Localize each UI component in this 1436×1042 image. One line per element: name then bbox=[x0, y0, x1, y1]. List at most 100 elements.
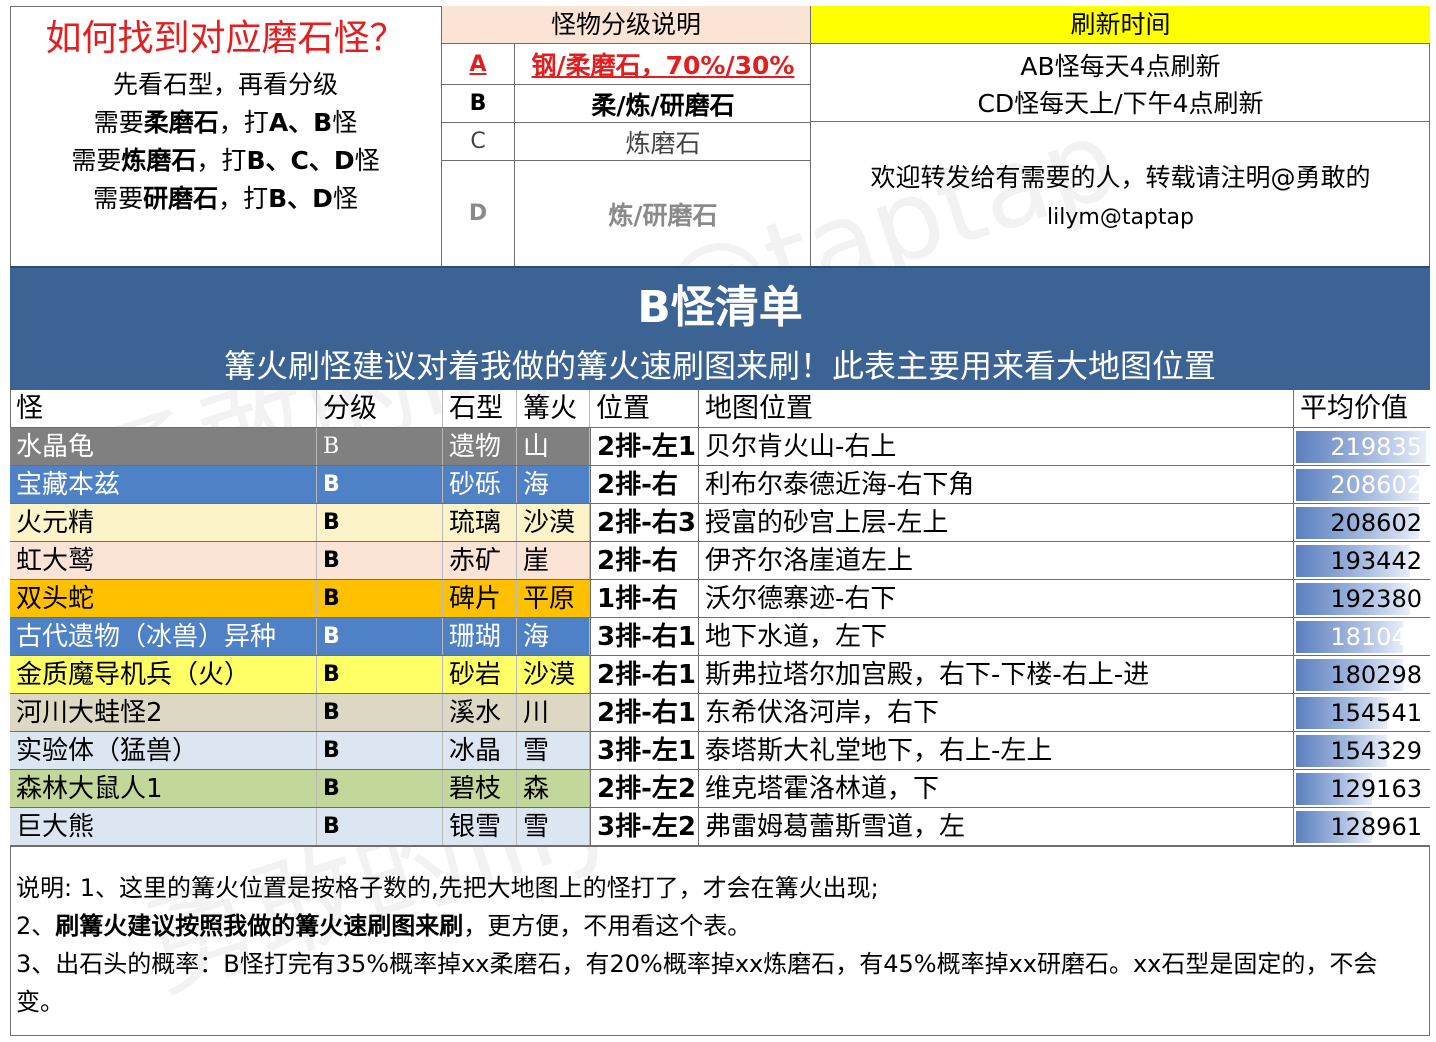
monster-name: 宝藏本兹 bbox=[10, 466, 317, 503]
monster-value: 208602 bbox=[1293, 504, 1430, 541]
header-grade: 分级 bbox=[317, 390, 443, 427]
monster-name: 实验体（猛兽） bbox=[10, 732, 317, 769]
monster-stone: 琉璃 bbox=[443, 504, 517, 541]
credit-line-2: lilym@taptap bbox=[1047, 205, 1194, 230]
note-line-1: 说明: 1、这里的篝火位置是按格子数的,先把大地图上的怪打了，才会在篝火出现; bbox=[16, 874, 879, 902]
table-row: 古代遗物（冰兽）异种 B 珊瑚海 3排-右1 地下水道，左下 181041 bbox=[10, 618, 1430, 656]
grade-row-a: A 钢/柔磨石，70%/30% bbox=[442, 44, 811, 85]
guide-title: 如何找到对应磨石怪？ bbox=[45, 18, 406, 59]
table-row: 河川大蛙怪2 B 溪水川 2排-右1 东希伏洛河岸，右下 154541 bbox=[10, 694, 1430, 732]
monster-fire: 沙漠 bbox=[517, 656, 590, 693]
monster-name: 双头蛇 bbox=[10, 580, 317, 617]
monster-pos: 2排-右 bbox=[590, 542, 698, 579]
monster-grade: B bbox=[317, 504, 443, 541]
monster-grade: B bbox=[317, 732, 443, 769]
monster-stone: 碑片 bbox=[443, 580, 517, 617]
grade-row-b: B 柔/炼/研磨石 bbox=[442, 85, 811, 123]
notes: 说明: 1、这里的篝火位置是按格子数的,先把大地图上的怪打了，才会在篝火出现; … bbox=[10, 846, 1430, 1036]
monster-pos: 2排-左1 bbox=[590, 428, 698, 465]
monster-value: 128961 bbox=[1293, 808, 1430, 845]
grade-header: 怪物分级说明 bbox=[442, 6, 811, 44]
value-number: 208602 bbox=[1330, 509, 1422, 537]
header-stone: 石型 bbox=[443, 390, 517, 427]
monster-name: 森林大鼠人1 bbox=[10, 770, 317, 807]
grade-row-d: D 炼/研磨石 bbox=[442, 161, 811, 266]
monster-grade: B bbox=[317, 466, 443, 503]
monster-value: 193442 bbox=[1293, 542, 1430, 579]
monster-stone: 珊瑚 bbox=[443, 618, 517, 655]
value-number: 181041 bbox=[1330, 623, 1422, 651]
refresh-header: 刷新时间 bbox=[811, 6, 1430, 44]
monster-map: 维克塔霍洛林道，下 bbox=[698, 770, 1293, 807]
table-row: 金质魔导机兵（火） B 砂岩 沙漠 2排-右1 斯弗拉塔尔加宫殿，右下-下楼-右上-进 18… bbox=[10, 656, 1430, 694]
monster-stone: 溪水 bbox=[443, 694, 517, 731]
refresh-body: AB怪每天4点刷新 CD怪每天上/下午4点刷新 bbox=[811, 44, 1430, 122]
monster-name: 虹大鹫 bbox=[10, 542, 317, 579]
monster-value: 154541 bbox=[1293, 694, 1430, 731]
table-row: 虹大鹫 B 赤矿崖 2排-右 伊齐尔洛崖道左上 193442 bbox=[10, 542, 1430, 580]
banner-subtitle: 篝火刷怪建议对着我做的篝火速刷图来刷！此表主要用来看大地图位置 bbox=[223, 347, 1216, 385]
monster-name: 金质魔导机兵（火） bbox=[10, 656, 317, 693]
monster-fire: 平原 bbox=[517, 580, 590, 617]
monster-pos: 3排-右1 bbox=[590, 618, 698, 655]
table-header: 怪 分级 石型 篝火 位置 地图位置 平均价值 bbox=[10, 390, 1430, 428]
monster-map: 沃尔德寨迹-右下 bbox=[698, 580, 1293, 617]
grade-desc: 炼磨石 bbox=[625, 128, 701, 158]
monster-fire: 山 bbox=[517, 428, 590, 465]
monster-fire: 沙漠 bbox=[517, 504, 590, 541]
monster-name: 水晶龟 bbox=[10, 428, 317, 465]
monster-pos: 3排-左1 bbox=[590, 732, 698, 769]
value-number: 154329 bbox=[1330, 737, 1422, 765]
monster-value: 180298 bbox=[1293, 656, 1430, 693]
monster-map: 贝尔肯火山-右上 bbox=[698, 428, 1293, 465]
monster-grade: B bbox=[317, 618, 443, 655]
value-number: 180298 bbox=[1330, 661, 1422, 689]
monster-grade: B bbox=[317, 808, 443, 845]
monster-map: 斯弗拉塔尔加宫殿，右下-下楼-右上-进 bbox=[698, 656, 1293, 693]
grade-desc: 钢/柔磨石，70%/30% bbox=[531, 51, 795, 80]
monster-map: 伊齐尔洛崖道左上 bbox=[698, 542, 1293, 579]
monster-name: 河川大蛙怪2 bbox=[10, 694, 317, 731]
monster-stone: 赤矿 bbox=[443, 542, 517, 579]
grade-letter: A bbox=[442, 44, 515, 84]
stone-guide: 如何找到对应磨石怪？ 先看石型，再看分级 需要柔磨石，打A、B怪 需要炼磨石，打… bbox=[10, 6, 442, 266]
monster-value: 192380 bbox=[1293, 580, 1430, 617]
header-pos: 位置 bbox=[590, 390, 698, 427]
monster-stone: 银雪 bbox=[443, 808, 517, 845]
monster-value: 154329 bbox=[1293, 732, 1430, 769]
monster-name: 古代遗物（冰兽）异种 bbox=[10, 618, 317, 655]
guide-line-2: 需要柔磨石，打A、B怪 bbox=[93, 108, 358, 137]
header-map: 地图位置 bbox=[698, 390, 1293, 427]
monster-stone: 砂岩 bbox=[443, 656, 517, 693]
table-row: 实验体（猛兽） B 冰晶雪 3排-左1 泰塔斯大礼堂地下，右上-左上 154329 bbox=[10, 732, 1430, 770]
monster-grade: B bbox=[317, 770, 443, 807]
table-row: 森林大鼠人1 B 碧枝森 2排-左2 维克塔霍洛林道，下 129163 bbox=[10, 770, 1430, 808]
value-number: 193442 bbox=[1330, 547, 1422, 575]
table-row: 双头蛇 B 碑片 平原 1排-右 沃尔德寨迹-右下 192380 bbox=[10, 580, 1430, 618]
monster-grade: B bbox=[317, 694, 443, 731]
table-row: 火元精 B 琉璃 沙漠 2排-右3 授富的砂宫上层-左上 208602 bbox=[10, 504, 1430, 542]
monster-map: 东希伏洛河岸，右下 bbox=[698, 694, 1293, 731]
monster-map: 利布尔泰德近海-右下角 bbox=[698, 466, 1293, 503]
value-number: 128961 bbox=[1330, 813, 1422, 841]
monster-pos: 2排-右 bbox=[590, 466, 698, 503]
monster-value: 219835 bbox=[1293, 428, 1430, 465]
monster-pos: 2排-右1 bbox=[590, 694, 698, 731]
guide-line-1: 先看石型，再看分级 bbox=[112, 70, 338, 99]
monster-pos: 1排-右 bbox=[590, 580, 698, 617]
grade-desc: 炼/研磨石 bbox=[608, 200, 718, 230]
header-fire: 篝火 bbox=[517, 390, 590, 427]
value-number: 129163 bbox=[1330, 775, 1422, 803]
value-number: 154541 bbox=[1330, 699, 1422, 727]
monster-fire: 崖 bbox=[517, 542, 590, 579]
table-row: 水晶龟 B 遗物山 2排-左1 贝尔肯火山-右上 219835 bbox=[10, 428, 1430, 466]
credit-line-1: 欢迎转发给有需要的人，转载请注明@勇敢的 bbox=[870, 163, 1371, 192]
list-banner: B怪清单 篝火刷怪建议对着我做的篝火速刷图来刷！此表主要用来看大地图位置 bbox=[10, 266, 1430, 390]
monster-pos: 2排-右3 bbox=[590, 504, 698, 541]
monster-value: 208602 bbox=[1293, 466, 1430, 503]
value-number: 208602 bbox=[1330, 471, 1422, 499]
refresh-line-2: CD怪每天上/下午4点刷新 bbox=[977, 89, 1264, 118]
grade-desc: 柔/炼/研磨石 bbox=[591, 90, 735, 120]
monster-map: 授富的砂宫上层-左上 bbox=[698, 504, 1293, 541]
monster-map: 地下水道，左下 bbox=[698, 618, 1293, 655]
